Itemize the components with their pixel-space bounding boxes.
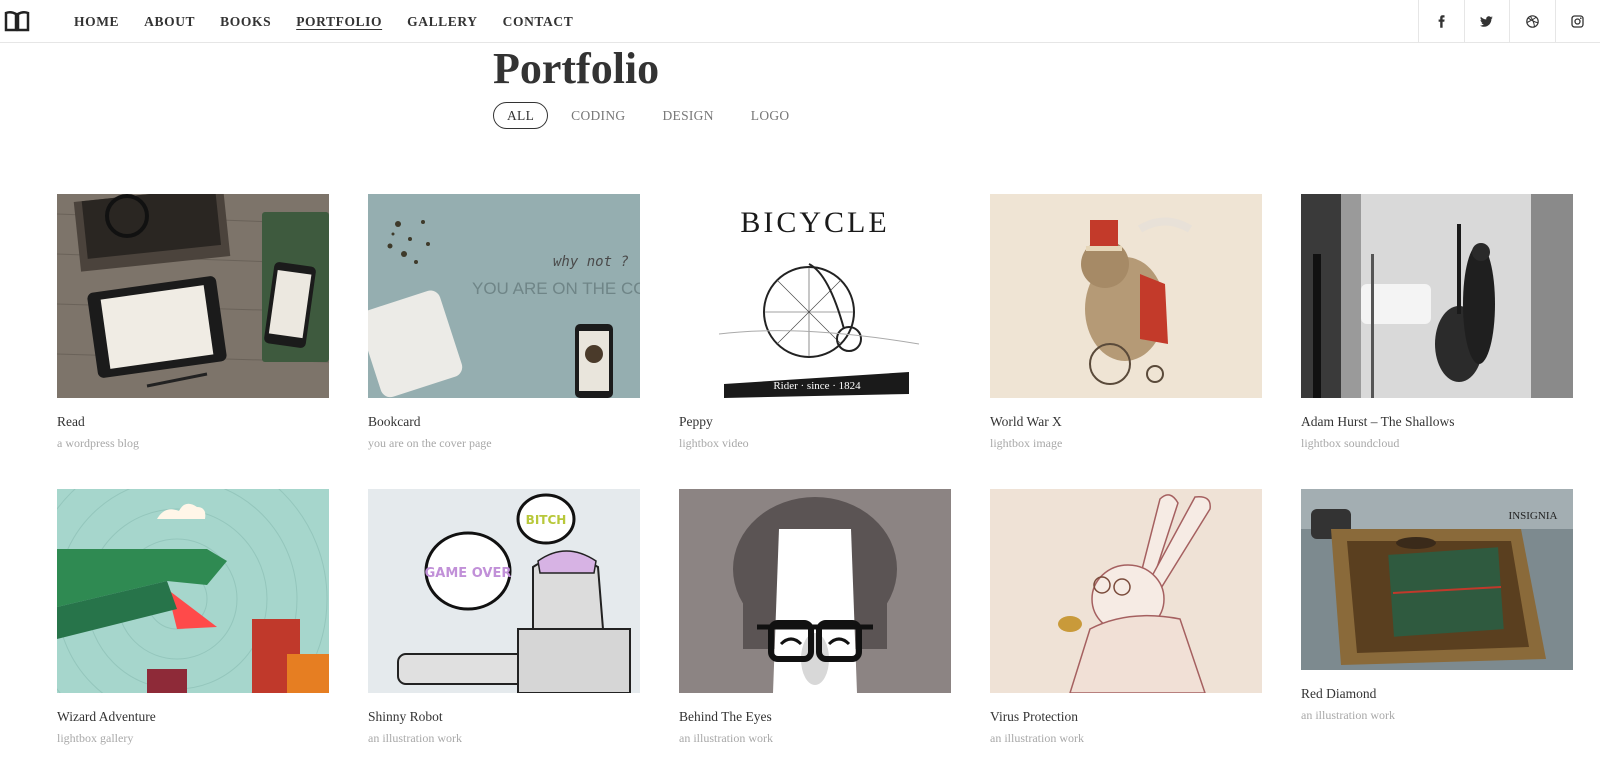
nav-books[interactable]: BOOKS [220,14,271,30]
filter-logo[interactable]: LOGO [737,102,804,129]
portfolio-item-virus-protection: Virus Protection an illustration work [990,489,1262,746]
nav-portfolio[interactable]: PORTFOLIO [296,14,382,30]
portfolio-thumb-world-war-x[interactable] [990,194,1262,398]
portfolio-thumb-virus-protection[interactable] [990,489,1262,693]
portfolio-subtitle: an illustration work [679,731,773,745]
portfolio-thumb-read[interactable] [57,194,329,398]
portfolio-title[interactable]: Bookcard [368,414,640,430]
robot-thumb-bubble1: GAME OVER [425,566,512,581]
portfolio-thumb-bookcard[interactable]: why not ? YOU ARE ON THE COV [368,194,640,398]
twitter-icon[interactable] [1463,0,1510,43]
filter-coding[interactable]: CODING [557,102,639,129]
nav-contact[interactable]: CONTACT [503,14,574,30]
portfolio-item-read: Read a wordpress blog [57,194,329,451]
facebook-icon[interactable] [1418,0,1464,43]
portfolio-subtitle: an illustration work [1301,708,1395,722]
portfolio-title[interactable]: Wizard Adventure [57,709,329,725]
portfolio-subtitle: a wordpress blog [57,436,139,450]
portfolio-item-red-diamond: INSIGNIA Red Diamond an illustration wor… [1301,489,1573,723]
nav-home[interactable]: HOME [74,14,119,30]
portfolio-title[interactable]: World War X [990,414,1262,430]
portfolio-thumb-behind-the-eyes[interactable] [679,489,951,693]
social-links [1418,0,1600,43]
portfolio-item-world-war-x: World War X lightbox image [990,194,1262,451]
robot-thumb-bubble2: BITCH [526,513,567,527]
nav-about[interactable]: ABOUT [144,14,195,30]
main-nav: HOME ABOUT BOOKS PORTFOLIO GALLERY CONTA… [74,0,598,43]
portfolio-thumb-wizard-adventure[interactable] [57,489,329,693]
site-header: HOME ABOUT BOOKS PORTFOLIO GALLERY CONTA… [0,0,1600,43]
portfolio-subtitle: you are on the cover page [368,436,492,450]
portfolio-item-wizard-adventure: Wizard Adventure lightbox gallery [57,489,329,746]
open-book-icon[interactable] [4,9,30,33]
bicycle-thumb-banner: Rider · since · 1824 [773,380,861,392]
portfolio-thumb-shinny-robot[interactable]: GAME OVER BITCH [368,489,640,693]
portfolio-subtitle: an illustration work [368,731,462,745]
bookcard-thumb-line2: YOU ARE ON THE COV [472,279,640,298]
portfolio-subtitle: lightbox soundcloud [1301,436,1400,450]
portfolio-title[interactable]: Read [57,414,329,430]
portfolio-item-behind-the-eyes: Behind The Eyes an illustration work [679,489,951,746]
dribbble-icon[interactable] [1509,0,1555,43]
portfolio-item-bookcard: why not ? YOU ARE ON THE COV Bookcard yo… [368,194,640,451]
portfolio-title[interactable]: Red Diamond [1301,686,1573,702]
page-title: Portfolio [493,44,660,93]
portfolio-subtitle: an illustration work [990,731,1084,745]
portfolio-item-peppy: BICYCLE Rider · since · 1824 Peppy light… [679,194,951,451]
portfolio-item-adam-hurst: Adam Hurst – The Shallows lightbox sound… [1301,194,1573,451]
nav-gallery[interactable]: GALLERY [407,14,478,30]
portfolio-subtitle: lightbox video [679,436,749,450]
portfolio-title[interactable]: Behind The Eyes [679,709,951,725]
instagram-icon[interactable] [1554,0,1600,43]
portfolio-title[interactable]: Virus Protection [990,709,1262,725]
portfolio-thumb-adam-hurst[interactable] [1301,194,1573,398]
bookcard-thumb-line1: why not ? [553,254,629,270]
bicycle-thumb-title: BICYCLE [740,206,889,239]
portfolio-title[interactable]: Adam Hurst – The Shallows [1301,414,1573,430]
portfolio-title[interactable]: Shinny Robot [368,709,640,725]
portfolio-filters: ALL CODING DESIGN LOGO [493,102,812,129]
portfolio-subtitle: lightbox image [990,436,1063,450]
portfolio-thumb-red-diamond[interactable]: INSIGNIA [1301,489,1573,670]
filter-all[interactable]: ALL [493,102,549,129]
portfolio-subtitle: lightbox gallery [57,731,134,745]
filter-design[interactable]: DESIGN [648,102,727,129]
portfolio-thumb-peppy[interactable]: BICYCLE Rider · since · 1824 [679,194,951,398]
portfolio-title[interactable]: Peppy [679,414,951,430]
portfolio-item-shinny-robot: GAME OVER BITCH Shinny Robot an illustra… [368,489,640,746]
red-diamond-thumb-stamp: INSIGNIA [1509,510,1558,522]
